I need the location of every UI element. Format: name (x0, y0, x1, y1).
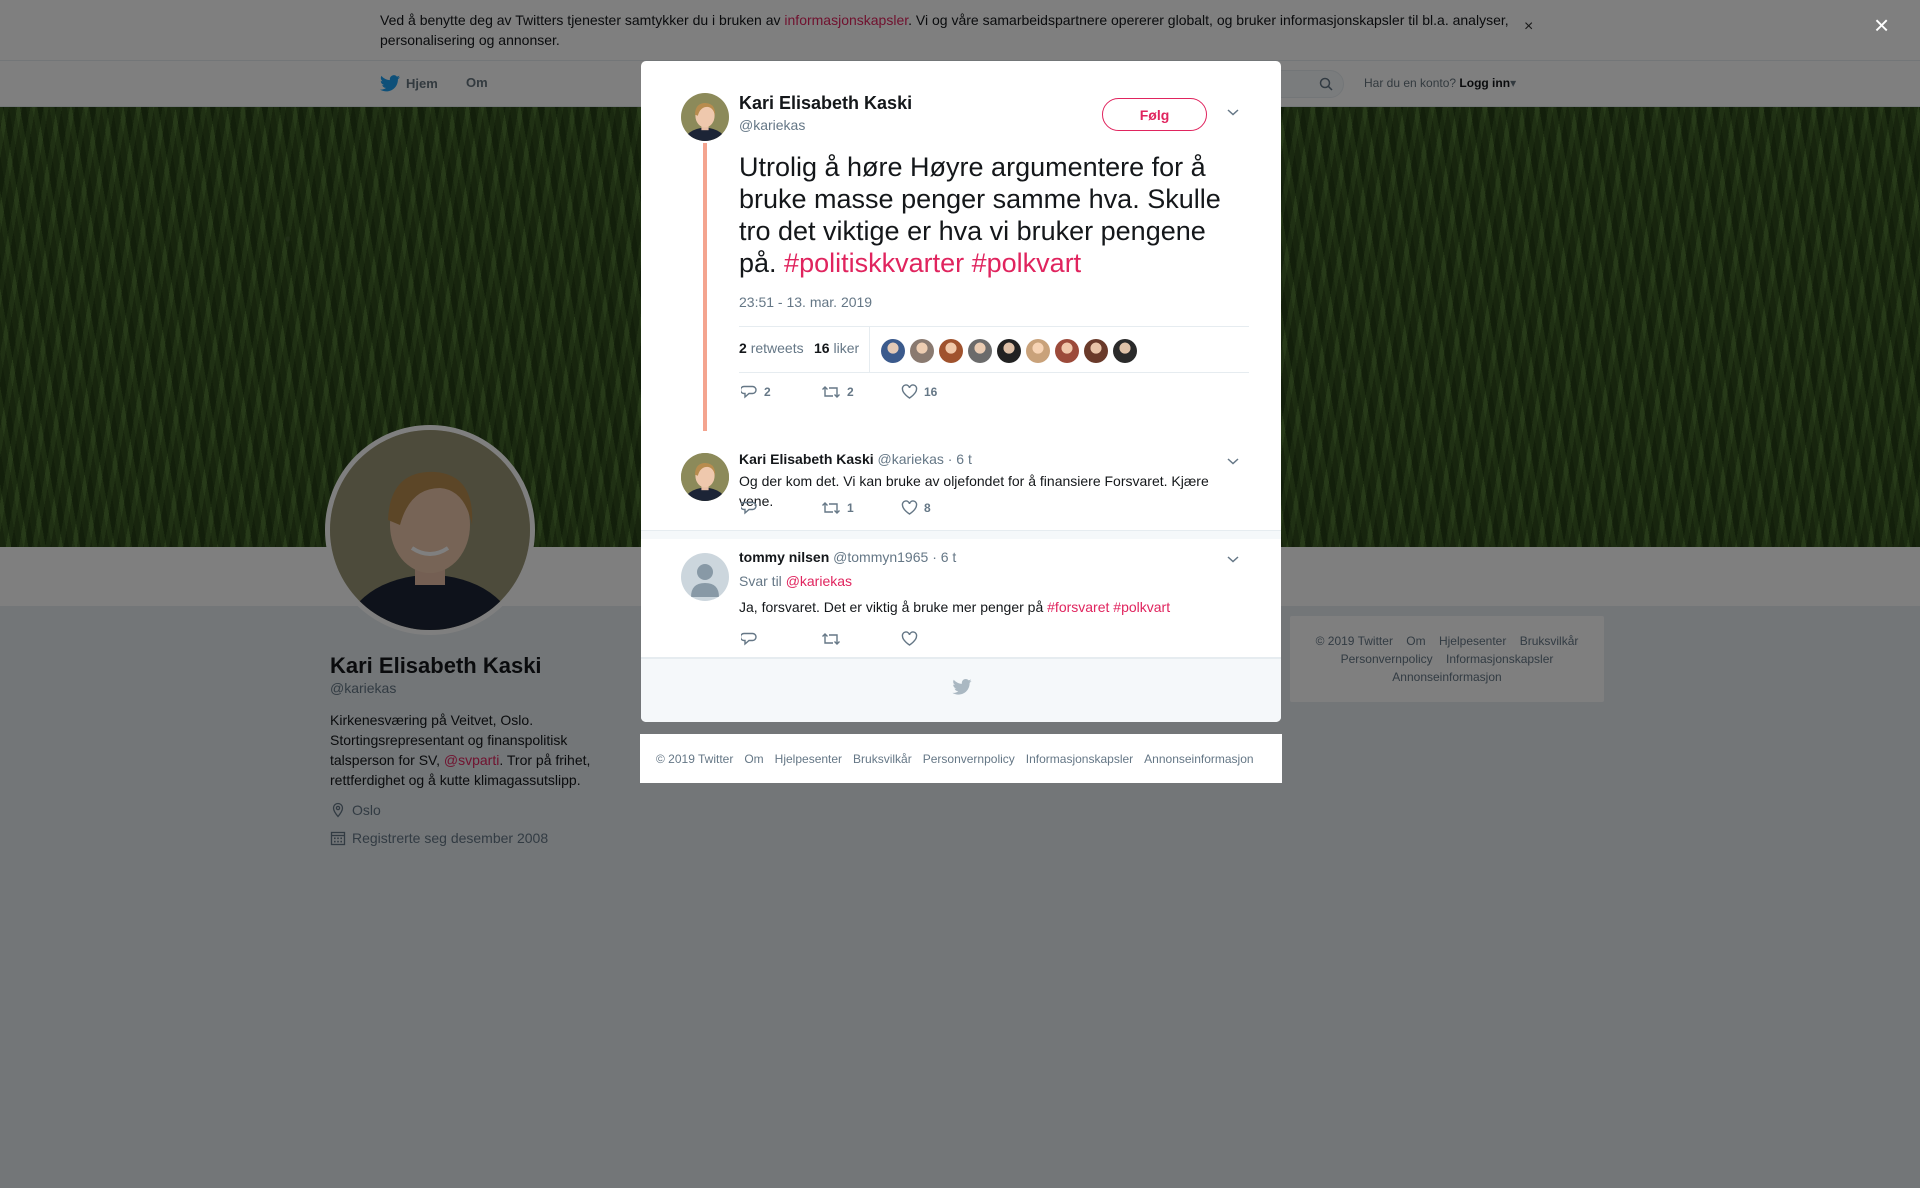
stats-divider (869, 327, 870, 372)
chevron-down-icon[interactable] (1226, 554, 1240, 564)
likes-count: 16 (814, 340, 830, 356)
retweet-button[interactable]: 2 (821, 384, 901, 400)
avatar-photo (681, 453, 729, 501)
modal-bottom-bar (641, 658, 1281, 722)
reply-button[interactable] (741, 631, 821, 647)
hashtag-link[interactable]: #forsvaret (1047, 599, 1109, 615)
retweet-icon (822, 386, 840, 398)
liker-avatar[interactable] (1055, 339, 1079, 363)
liker-avatar[interactable] (939, 339, 963, 363)
twitter-bird-icon (952, 679, 972, 695)
reply-author-handle[interactable]: @tommyn1965 (833, 549, 928, 565)
reply-icon (741, 501, 757, 515)
liker-avatar[interactable] (1026, 339, 1050, 363)
footer-link[interactable]: Personvernpolicy (923, 752, 1015, 766)
footer-link[interactable]: Hjelpesenter (775, 752, 842, 766)
tweet-text: Utrolig å høre Høyre argumentere for å b… (739, 151, 1249, 279)
close-icon[interactable]: × (1874, 12, 1889, 38)
reply-icon (741, 385, 757, 399)
tweet-timestamp[interactable]: 23:51 - 13. mar. 2019 (739, 294, 872, 310)
reply-age[interactable]: · 6 t (932, 549, 956, 565)
liker-avatar[interactable] (1084, 339, 1108, 363)
hashtag-link[interactable]: #polkvart (1113, 599, 1170, 615)
retweets-label: retweets (750, 340, 804, 356)
heart-icon (901, 631, 918, 646)
reply-button[interactable]: 2 (741, 384, 821, 400)
likes-label: liker (833, 340, 860, 356)
like-button[interactable] (901, 631, 981, 647)
thread-line (703, 143, 707, 431)
avatar-photo (681, 93, 729, 141)
reply-tweet[interactable]: Kari Elisabeth Kaski @kariekas · 6 t Og … (641, 431, 1281, 531)
reply-header: Kari Elisabeth Kaski @kariekas · 6 t (739, 451, 972, 467)
retweet-count: 1 (847, 501, 854, 515)
retweet-count: 2 (847, 385, 854, 399)
reply-to-context: Svar til @kariekas (739, 573, 852, 589)
likers-avatars (881, 339, 1137, 363)
footer-link[interactable]: Om (744, 752, 763, 766)
reply-author-name[interactable]: Kari Elisabeth Kaski (739, 451, 874, 467)
liker-avatar[interactable] (881, 339, 905, 363)
like-button[interactable]: 16 (901, 384, 981, 400)
reply-button[interactable] (741, 500, 821, 516)
retweets-count: 2 (739, 340, 747, 356)
modal-footer: © 2019 Twitter Om Hjelpesenter Bruksvilk… (640, 734, 1282, 783)
default-avatar[interactable] (681, 553, 729, 601)
liker-avatar[interactable] (968, 339, 992, 363)
hashtag-link[interactable]: #politiskkvarter (784, 248, 964, 278)
follow-button[interactable]: Følg (1102, 98, 1207, 131)
reply-author-handle[interactable]: @kariekas (878, 451, 944, 467)
like-button[interactable]: 8 (901, 500, 981, 516)
footer-link[interactable]: Bruksvilkår (853, 752, 912, 766)
retweet-button[interactable]: 1 (821, 500, 901, 516)
like-count: 8 (924, 501, 931, 515)
reply-icon (741, 632, 757, 646)
avatar[interactable] (681, 93, 729, 141)
tweet-stats: 2 retweets 16 liker (739, 326, 1249, 373)
liker-avatar[interactable] (1113, 339, 1137, 363)
chevron-down-icon[interactable] (1226, 107, 1240, 117)
person-silhouette-icon (691, 564, 719, 597)
tweet-permalink-modal: Kari Elisabeth Kaski @kariekas Følg Utro… (641, 61, 1281, 722)
reply-separator (641, 531, 1281, 539)
reply-author-name[interactable]: tommy nilsen (739, 549, 829, 565)
reply-to-mention[interactable]: @kariekas (786, 573, 852, 589)
heart-icon (901, 384, 918, 399)
reply-age[interactable]: · 6 t (948, 451, 972, 467)
chevron-down-icon[interactable] (1226, 456, 1240, 466)
reply-text: Ja, forsvaret. Det er viktig å bruke mer… (739, 597, 1229, 617)
reply-actions (741, 631, 981, 647)
reply-to-label: Svar til (739, 573, 782, 589)
liker-avatar[interactable] (997, 339, 1021, 363)
retweet-button[interactable] (821, 631, 901, 647)
liker-avatar[interactable] (910, 339, 934, 363)
reply-text-body: Ja, forsvaret. Det er viktig å bruke mer… (739, 599, 1048, 615)
reply-actions: 1 8 (741, 500, 981, 516)
likes-stat[interactable]: 16 liker (814, 340, 859, 356)
like-count: 16 (924, 385, 938, 399)
avatar[interactable] (681, 453, 729, 501)
main-tweet: Kari Elisabeth Kaski @kariekas Følg Utro… (641, 61, 1281, 441)
footer-link[interactable]: © 2019 Twitter (656, 752, 733, 766)
reply-count: 2 (764, 385, 771, 399)
tweet-author-name[interactable]: Kari Elisabeth Kaski (739, 93, 912, 114)
tweet-author-handle[interactable]: @kariekas (739, 117, 805, 133)
heart-icon (901, 500, 918, 515)
tweet-actions: 2 2 16 (741, 384, 981, 400)
reply-header: tommy nilsen @tommyn1965 · 6 t (739, 549, 956, 565)
retweet-icon (822, 502, 840, 514)
footer-link[interactable]: Annonseinformasjon (1144, 752, 1253, 766)
reply-tweet[interactable]: tommy nilsen @tommyn1965 · 6 t Svar til … (641, 539, 1281, 658)
retweets-stat[interactable]: 2 retweets (739, 340, 804, 356)
footer-link[interactable]: Informasjonskapsler (1026, 752, 1133, 766)
hashtag-link[interactable]: #polkvart (972, 248, 1082, 278)
retweet-icon (822, 633, 840, 645)
